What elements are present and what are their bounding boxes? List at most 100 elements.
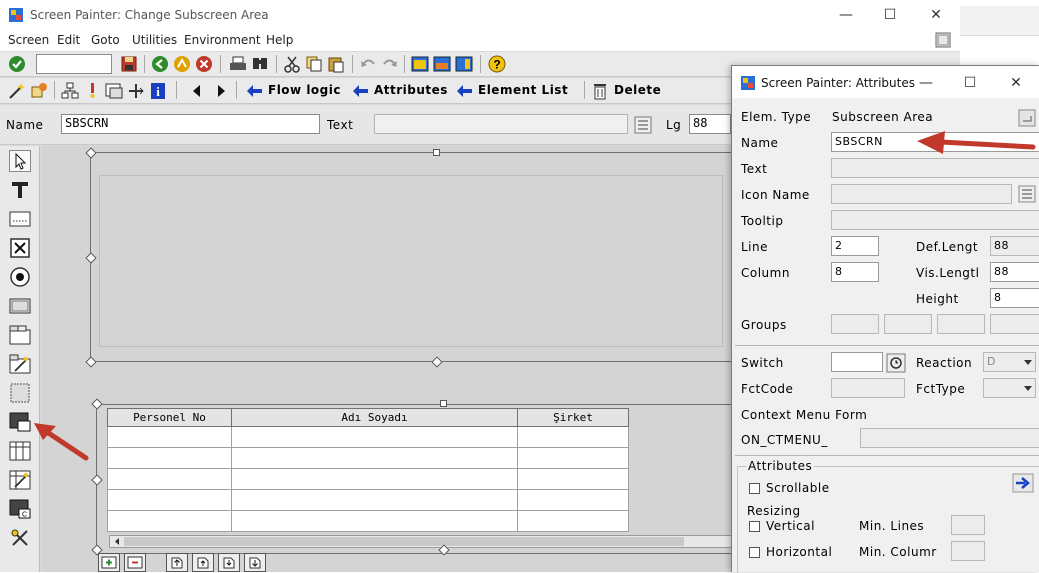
- fcttype-select[interactable]: [983, 378, 1036, 398]
- table-cell[interactable]: [517, 468, 629, 490]
- help-icon[interactable]: ?: [487, 54, 507, 74]
- group-field-1[interactable]: [831, 314, 879, 334]
- min-columns-field[interactable]: [951, 541, 985, 561]
- menu-edit[interactable]: Edit: [57, 33, 80, 47]
- dialog-menu-icon[interactable]: [1018, 109, 1036, 127]
- close-button[interactable]: ✕: [926, 6, 946, 24]
- group-field-4[interactable]: [990, 314, 1039, 334]
- back-icon[interactable]: [150, 54, 170, 74]
- delete-row-icon[interactable]: [124, 553, 146, 572]
- fctcode-field[interactable]: [831, 378, 905, 398]
- table-cell[interactable]: [107, 447, 232, 469]
- previous-page-icon[interactable]: [192, 553, 214, 572]
- subscreen-area[interactable]: [90, 152, 736, 362]
- select-pointer-icon[interactable]: [9, 150, 31, 172]
- box-tool-icon[interactable]: [9, 382, 31, 404]
- text-field[interactable]: [374, 114, 628, 134]
- vertical-checkbox[interactable]: [749, 521, 760, 532]
- menu-screen[interactable]: Screen: [8, 33, 49, 47]
- min-lines-field[interactable]: [951, 515, 985, 535]
- tooltip-field[interactable]: [831, 210, 1039, 230]
- pushbutton-tool-icon[interactable]: [9, 295, 31, 317]
- magic-wand-icon[interactable]: [7, 81, 27, 101]
- dlg-text-field[interactable]: [831, 158, 1039, 178]
- subscreen-area-tool-icon[interactable]: [9, 411, 31, 433]
- cancel-icon[interactable]: [194, 54, 214, 74]
- table-control-wizard-icon[interactable]: [9, 469, 31, 491]
- last-page-icon[interactable]: [244, 553, 266, 572]
- context-menu-field[interactable]: [860, 428, 1039, 448]
- menu-goto[interactable]: Goto: [91, 33, 120, 47]
- table-control[interactable]: Personel No Adı Soyadı Şirket: [96, 404, 736, 554]
- group-field-3[interactable]: [937, 314, 985, 334]
- group-field-2[interactable]: [884, 314, 932, 334]
- table-cell[interactable]: [107, 468, 232, 490]
- vis-length-field[interactable]: 88: [990, 262, 1039, 282]
- switch-help-icon[interactable]: [886, 353, 906, 373]
- table-cell[interactable]: [107, 426, 232, 448]
- redo-icon[interactable]: [380, 54, 400, 74]
- input-field-tool-icon[interactable]: [9, 208, 31, 230]
- dialog-maximize-button[interactable]: ☐: [960, 74, 980, 92]
- table-cell[interactable]: [517, 426, 629, 448]
- dialog-close-button[interactable]: ✕: [1006, 74, 1026, 92]
- reaction-select[interactable]: D: [983, 352, 1036, 372]
- custom-control-tool-icon[interactable]: C: [9, 498, 31, 520]
- copy-icon[interactable]: [304, 54, 324, 74]
- def-length-field[interactable]: 88: [990, 236, 1039, 256]
- next-page-icon[interactable]: [218, 553, 240, 572]
- info-icon[interactable]: i: [148, 81, 168, 101]
- resize-handle[interactable]: [440, 400, 447, 407]
- layout-icon-3[interactable]: [454, 54, 474, 74]
- tabstrip-wizard-icon[interactable]: [9, 353, 31, 375]
- generate-icon[interactable]: [29, 81, 49, 101]
- next-icon[interactable]: [211, 81, 231, 101]
- list-picker-icon[interactable]: [634, 116, 652, 134]
- scrollbar-thumb[interactable]: [124, 537, 684, 546]
- menu-utilities[interactable]: Utilities: [132, 33, 177, 47]
- arrow-right-icon[interactable]: [1012, 473, 1034, 493]
- table-cell[interactable]: [231, 489, 518, 511]
- paste-icon[interactable]: [326, 54, 346, 74]
- horizontal-checkbox[interactable]: [749, 547, 760, 558]
- scroll-left-icon[interactable]: [112, 536, 122, 547]
- insert-row-icon[interactable]: [98, 553, 120, 572]
- undo-icon[interactable]: [358, 54, 378, 74]
- table-cell[interactable]: [231, 510, 518, 532]
- horizontal-scrollbar[interactable]: [109, 535, 735, 548]
- column-field[interactable]: 8: [831, 262, 879, 282]
- scrollable-checkbox[interactable]: [749, 483, 760, 494]
- menu-help[interactable]: Help: [266, 33, 293, 47]
- menu-environment[interactable]: Environment: [184, 33, 261, 47]
- previous-icon[interactable]: [187, 81, 207, 101]
- icon-name-field[interactable]: [831, 184, 1012, 204]
- table-cell[interactable]: [107, 510, 232, 532]
- enter-icon[interactable]: [7, 54, 27, 74]
- minimize-button[interactable]: —: [836, 6, 856, 24]
- name-field[interactable]: SBSCRN: [61, 114, 320, 134]
- command-field[interactable]: [36, 54, 112, 74]
- table-cell[interactable]: [231, 426, 518, 448]
- screen-layout-icon[interactable]: [104, 81, 124, 101]
- table-cell[interactable]: [107, 489, 232, 511]
- lg-field[interactable]: 88: [689, 114, 731, 134]
- status-icon-tool-icon[interactable]: [9, 527, 31, 549]
- maximize-button[interactable]: ☐: [880, 6, 900, 24]
- table-cell[interactable]: [517, 489, 629, 511]
- dialog-minimize-button[interactable]: —: [916, 74, 936, 92]
- cut-icon[interactable]: [282, 54, 302, 74]
- find-icon[interactable]: [250, 54, 270, 74]
- checkbox-tool-icon[interactable]: [9, 237, 31, 259]
- layout-icon-1[interactable]: [410, 54, 430, 74]
- radio-button-tool-icon[interactable]: [9, 266, 31, 288]
- line-field[interactable]: 2: [831, 236, 879, 256]
- resize-handle[interactable]: [433, 149, 440, 156]
- print-icon[interactable]: [228, 54, 248, 74]
- table-control-tool-icon[interactable]: [9, 440, 31, 462]
- column-header-adi-soyadi[interactable]: Adı Soyadı: [231, 408, 518, 427]
- save-icon[interactable]: [119, 54, 139, 74]
- tabstrip-tool-icon[interactable]: [9, 324, 31, 346]
- height-field[interactable]: 8: [990, 288, 1039, 308]
- hierarchy-icon[interactable]: [60, 81, 80, 101]
- layout-icon-2[interactable]: [432, 54, 452, 74]
